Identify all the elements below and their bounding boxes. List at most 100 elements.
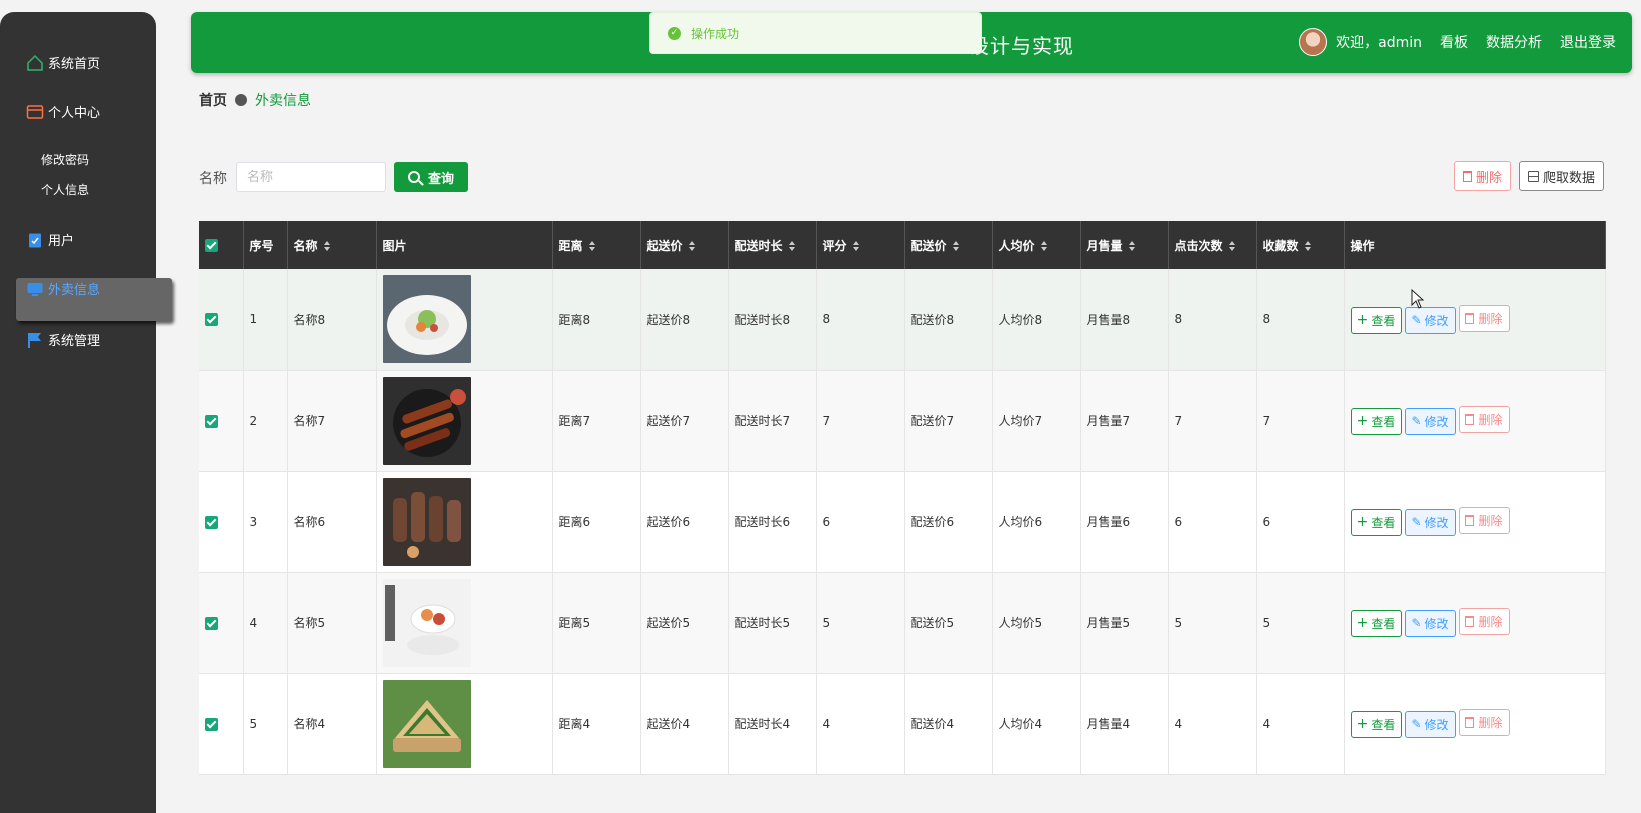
delete-button[interactable]: 删除 (1458, 709, 1510, 737)
trash-icon (1465, 616, 1475, 628)
column-header-avg-price[interactable]: 人均价 (992, 221, 1081, 269)
edit-button[interactable]: ✎ 修改 (1404, 508, 1456, 536)
edit-icon: ✎ (1411, 717, 1422, 732)
success-toast: ✓ 操作成功 (649, 12, 982, 54)
welcome-text: 欢迎，admin (1336, 35, 1422, 51)
delete-label: 删除 (1478, 716, 1503, 731)
column-header-distance[interactable]: 距离 (552, 221, 641, 269)
edit-icon: ✎ (1411, 313, 1422, 327)
cell-delivery-time: 配送时长7 (728, 370, 817, 472)
column-header-delivery-fee[interactable]: 配送价 (904, 221, 993, 269)
table-row: 5 名称4 距离4 起送价4 配送时长4 4 配送价4 人均价4 月售量4 4 4 + 查看 ✎ 修改 删除 (199, 673, 1606, 775)
delete-label: 删除 (1478, 615, 1503, 630)
search-input[interactable] (236, 162, 386, 192)
edit-label: 修改 (1424, 313, 1449, 328)
sort-icon[interactable] (1304, 241, 1311, 251)
row-select-cell[interactable] (199, 269, 244, 371)
sidebar-item-takeout-info[interactable]: 外卖信息 (26, 279, 100, 298)
sort-icon[interactable] (852, 241, 859, 251)
sidebar-item-label: 外卖信息 (48, 283, 101, 298)
cell-avg-price: 人均价4 (992, 673, 1081, 775)
column-header-min-price[interactable]: 起送价 (640, 221, 729, 269)
select-all-header[interactable] (199, 221, 244, 269)
data-analysis-link[interactable]: 数据分析 (1486, 32, 1542, 52)
delete-label: 删除 (1478, 312, 1503, 326)
view-button[interactable]: + 查看 (1350, 609, 1402, 637)
plus-icon: + (1356, 615, 1369, 632)
column-header-label: 起送价 (646, 238, 683, 253)
cell-clicks: 8 (1168, 269, 1257, 371)
column-header-favorites[interactable]: 收藏数 (1256, 221, 1345, 269)
row-checkbox[interactable] (205, 414, 218, 428)
column-header-delivery-time[interactable]: 配送时长 (728, 221, 817, 269)
search-label: 名称 (199, 171, 227, 187)
view-label: 查看 (1371, 313, 1396, 328)
sidebar-item-users[interactable]: 用户 (26, 230, 74, 249)
crawl-data-button[interactable]: 爬取数据 (1519, 161, 1604, 191)
cell-min-price: 起送价5 (640, 572, 729, 674)
sort-icon[interactable] (952, 241, 959, 251)
food-image (382, 679, 552, 768)
trash-icon (1465, 414, 1475, 426)
logout-link[interactable]: 退出登录 (1560, 32, 1616, 52)
row-checkbox[interactable] (205, 515, 218, 529)
delete-button[interactable]: 删除 (1458, 608, 1510, 636)
batch-delete-button[interactable]: 删除 (1454, 161, 1511, 191)
edit-button[interactable]: ✎ 修改 (1404, 710, 1456, 738)
edit-button[interactable]: ✎ 修改 (1404, 407, 1456, 435)
column-header-score[interactable]: 评分 (816, 221, 905, 269)
row-checkbox[interactable] (205, 616, 218, 630)
view-button[interactable]: + 查看 (1350, 508, 1402, 536)
column-header-monthly-sales[interactable]: 月售量 (1080, 221, 1169, 269)
cell-favorites: 6 (1256, 471, 1345, 573)
row-select-cell[interactable] (199, 471, 244, 573)
column-header-label: 配送价 (910, 238, 947, 253)
search-button[interactable]: 查询 (394, 162, 468, 192)
select-all-checkbox[interactable] (205, 239, 218, 252)
board-link[interactable]: 看板 (1440, 32, 1468, 52)
row-select-cell[interactable] (199, 370, 244, 472)
sort-icon[interactable] (588, 241, 595, 251)
column-header-name[interactable]: 名称 (287, 221, 377, 269)
row-checkbox[interactable] (205, 313, 218, 327)
cell-image (376, 269, 553, 371)
avatar (1299, 28, 1328, 56)
edit-button[interactable]: ✎ 修改 (1404, 306, 1456, 334)
column-header-clicks[interactable]: 点击次数 (1168, 221, 1257, 269)
delete-button[interactable]: 删除 (1458, 507, 1510, 535)
cell-distance: 距离7 (552, 370, 641, 472)
cell-clicks: 5 (1168, 572, 1257, 674)
cell-index: 5 (243, 673, 288, 775)
view-label: 查看 (1371, 515, 1396, 530)
row-select-cell[interactable] (199, 572, 244, 674)
sort-icon[interactable] (1128, 241, 1135, 251)
sidebar-item-change-password[interactable]: 修改密码 (41, 151, 89, 168)
sidebar-item-personal-center[interactable]: 个人中心 (26, 102, 100, 121)
column-header-actions: 操作 (1344, 221, 1606, 269)
cell-monthly-sales: 月售量5 (1080, 572, 1169, 674)
sort-icon[interactable] (323, 241, 330, 251)
sort-icon[interactable] (688, 241, 695, 251)
view-button[interactable]: + 查看 (1350, 306, 1402, 334)
sidebar-item-system-management[interactable]: 系统管理 (26, 330, 100, 349)
delete-button[interactable]: 删除 (1458, 305, 1510, 332)
sidebar-item-profile[interactable]: 个人信息 (41, 181, 89, 198)
view-button[interactable]: + 查看 (1350, 710, 1402, 738)
sort-icon[interactable] (1228, 241, 1235, 251)
edit-icon: ✎ (1411, 414, 1422, 429)
view-button[interactable]: + 查看 (1350, 407, 1402, 435)
row-select-cell[interactable] (199, 673, 244, 775)
cell-index: 4 (243, 572, 288, 674)
sidebar-item-home[interactable]: 系统首页 (26, 53, 100, 72)
delete-button[interactable]: 删除 (1458, 406, 1510, 434)
food-image (382, 376, 552, 465)
sort-icon[interactable] (788, 241, 795, 251)
sort-icon[interactable] (1040, 241, 1047, 251)
edit-button[interactable]: ✎ 修改 (1404, 609, 1456, 637)
row-checkbox[interactable] (205, 717, 218, 731)
breadcrumb-home[interactable]: 首页 (199, 90, 227, 110)
cell-delivery-fee: 配送价5 (904, 572, 993, 674)
home-icon (26, 54, 44, 72)
column-header-index: 序号 (243, 221, 288, 269)
cell-image (376, 370, 553, 472)
